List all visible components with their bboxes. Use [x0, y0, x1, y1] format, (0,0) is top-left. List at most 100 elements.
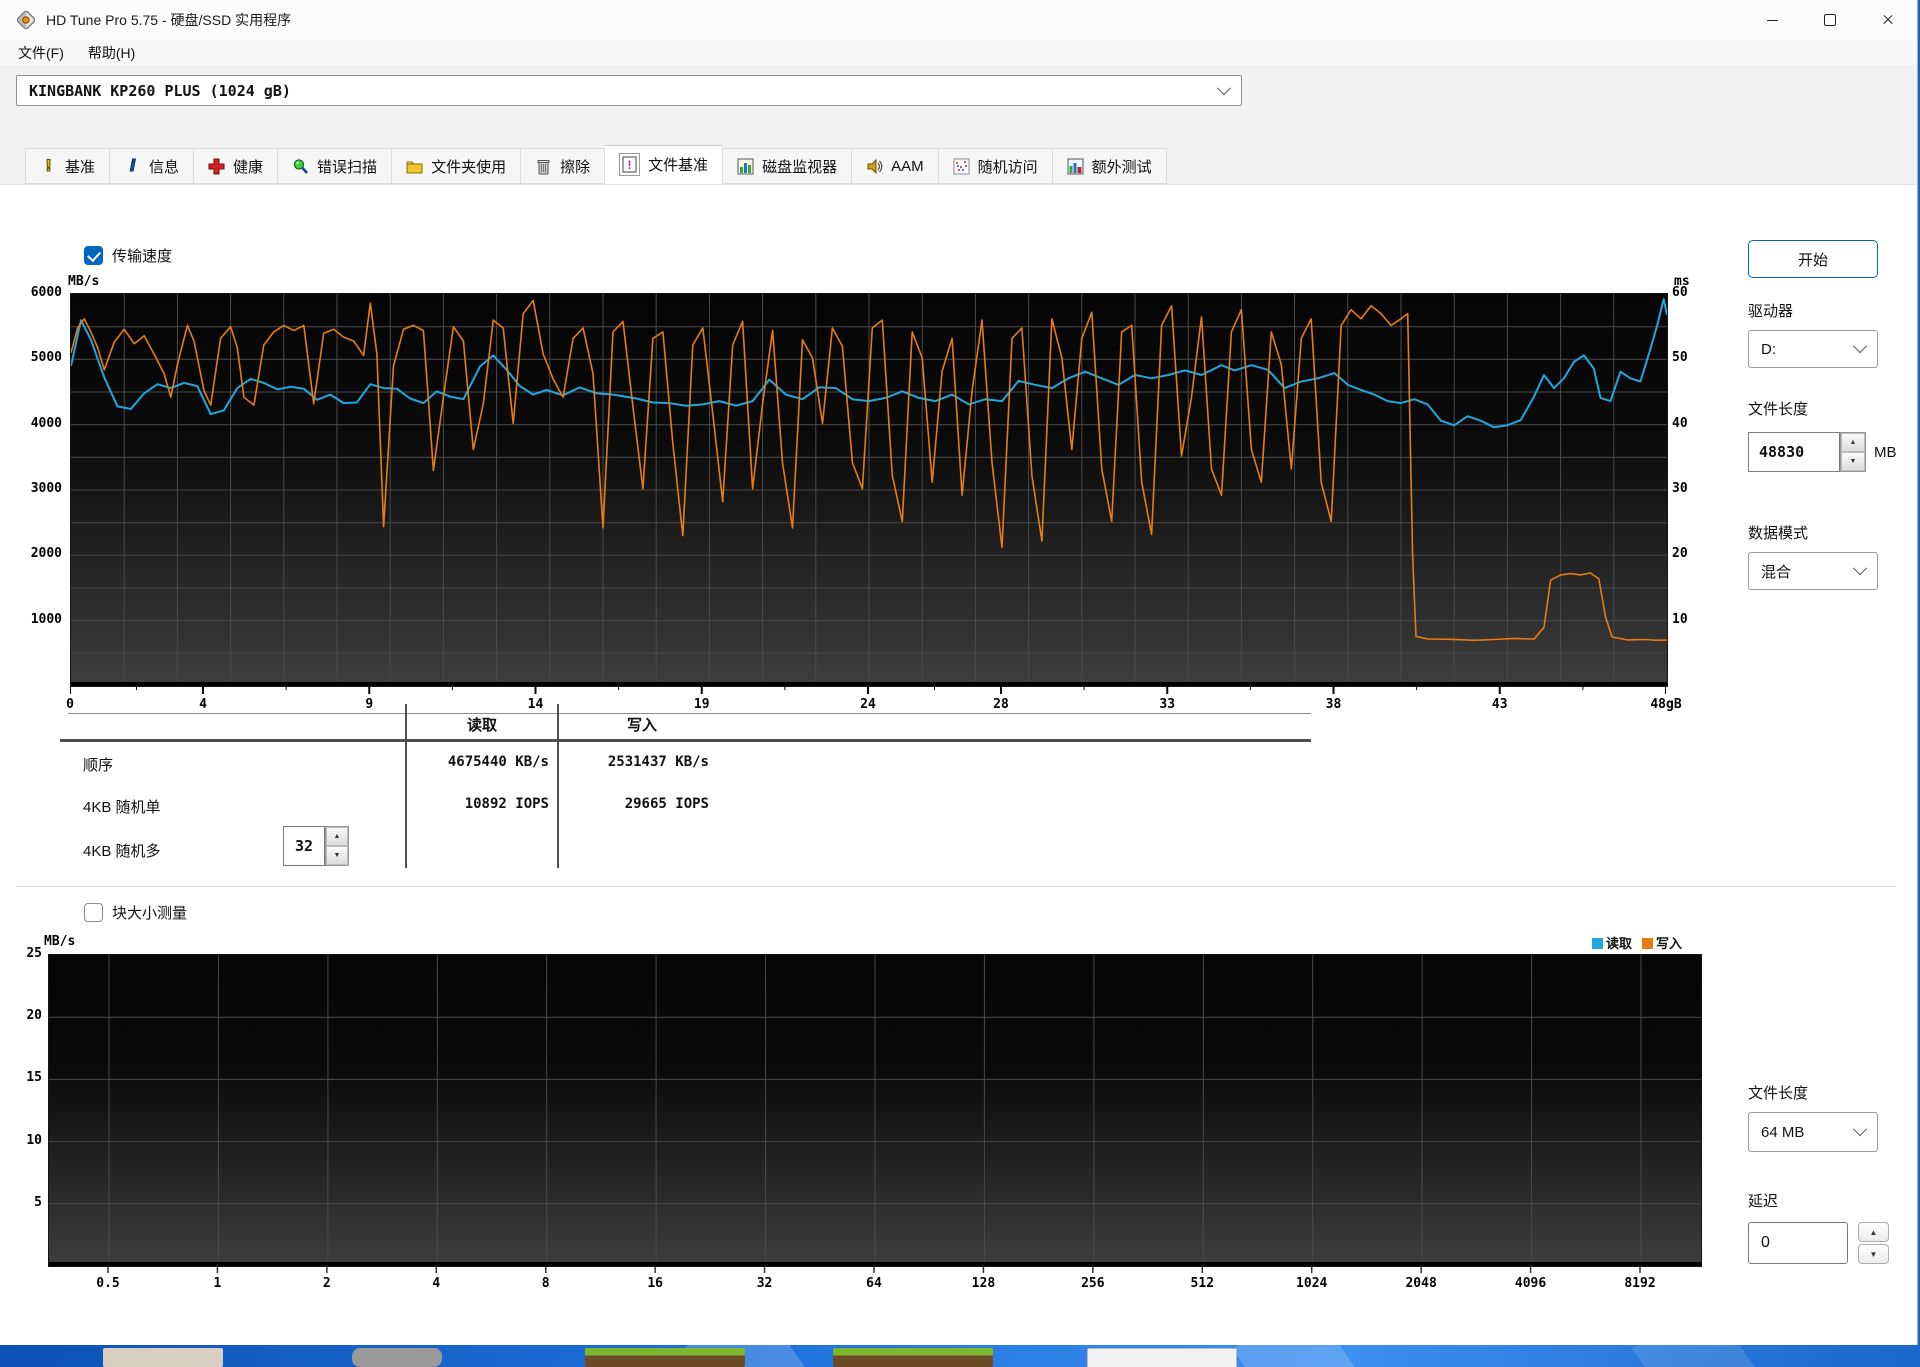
section-divider — [16, 886, 1896, 887]
desktop-strip — [0, 1345, 1920, 1367]
desktop-icon[interactable] — [1087, 1348, 1237, 1367]
tab-health[interactable]: 健康 — [194, 148, 279, 184]
file-length-input[interactable]: 48830 — [1748, 432, 1840, 472]
maximize-icon — [1824, 14, 1836, 26]
transfer-speed-label: 传输速度 — [112, 248, 173, 265]
menu-file[interactable]: 文件(F) — [6, 40, 76, 66]
spin-up-icon[interactable]: ▲ — [1841, 433, 1865, 452]
desktop-icon[interactable] — [352, 1348, 442, 1367]
speaker-icon — [866, 158, 883, 175]
chart1-x-ticks — [70, 686, 1666, 694]
tab-file-benchmark[interactable]: ! 文件基准 — [605, 145, 724, 184]
tab-erase[interactable]: 擦除 — [521, 148, 606, 184]
magnifier-icon — [292, 158, 309, 175]
extra-tests-icon — [1067, 158, 1084, 175]
table-rule-thick — [60, 739, 1311, 742]
transfer-speed-chart — [70, 293, 1668, 687]
folder-icon — [406, 158, 423, 175]
drive-select-value: KINGBANK KP260 PLUS (1024 gB) — [29, 81, 291, 100]
block-size-chart — [48, 954, 1702, 1267]
chart1-y-axis-right: 60 50 40 30 20 10 — [1672, 285, 1688, 627]
tab-disk-monitor[interactable]: 磁盘监视器 — [723, 148, 853, 184]
file-length-spinner[interactable]: ▲ ▼ — [1840, 432, 1866, 472]
chart2-x-ticks — [107, 1266, 1641, 1273]
col-header-read: 读取 — [466, 716, 497, 734]
tab-info[interactable]: i 信息 — [110, 148, 195, 184]
screen: HD Tune Pro 5.75 - 硬盘/SSD 实用程序 文件(F) 帮助(… — [0, 0, 1920, 1367]
health-cross-icon — [208, 158, 225, 175]
file-benchmark-icon: ! — [619, 153, 641, 176]
write-swatch — [1642, 938, 1654, 949]
maximize-button[interactable] — [1801, 0, 1859, 40]
minimize-button[interactable] — [1743, 0, 1801, 40]
minimize-icon — [1766, 19, 1778, 21]
title-bar: HD Tune Pro 5.75 - 硬盘/SSD 实用程序 — [0, 0, 1917, 40]
random-single-write-value: 29665 IOPS — [624, 796, 709, 812]
row-label-sequential: 顺序 — [83, 757, 114, 774]
chart2-legend: 读取 写入 — [1592, 933, 1682, 952]
row-label-4k-multi: 4KB 随机多 — [83, 843, 161, 860]
tab-benchmark[interactable]: ! 基准 — [25, 148, 111, 184]
chevron-down-icon — [1852, 339, 1868, 354]
delay-input[interactable]: 0 — [1748, 1222, 1848, 1264]
chart2-x-axis: 0.5 1 2 4 8 16 32 64 128 256 512 1024 2048 4096 8192 — [96, 1276, 1656, 1291]
exclamation-icon: ! — [44, 156, 53, 175]
desktop-icon[interactable] — [833, 1348, 993, 1367]
file-length-label: 文件长度 — [1748, 401, 1809, 418]
delay-up-button[interactable]: ▲ — [1858, 1222, 1889, 1242]
chevron-down-icon — [1852, 561, 1868, 576]
menu-help[interactable]: 帮助(H) — [76, 40, 147, 66]
chart1-y-unit: MB/s — [68, 274, 100, 289]
data-mode-dropdown[interactable]: 混合 — [1748, 552, 1878, 590]
chart2-y-axis: 25 20 15 10 5 — [26, 946, 42, 1210]
sequential-read-value: 4675440 KB/s — [447, 754, 549, 770]
transfer-speed-checkbox[interactable] — [84, 246, 103, 265]
window-title: HD Tune Pro 5.75 - 硬盘/SSD 实用程序 — [46, 12, 292, 28]
wallpaper-streak — [1232, 1345, 1358, 1367]
menu-bar: 文件(F) 帮助(H) — [0, 40, 1917, 67]
random-single-read-value: 10892 IOPS — [464, 796, 549, 812]
close-icon — [1882, 14, 1894, 26]
block-size-label: 块大小测量 — [112, 905, 188, 922]
tab-random-access[interactable]: 随机访问 — [938, 148, 1053, 184]
chart1-y-axis-left: 6000 5000 4000 3000 2000 1000 — [30, 285, 62, 627]
chart2-y-unit: MB/s — [44, 934, 76, 949]
info-icon: i — [129, 156, 136, 175]
app-window: HD Tune Pro 5.75 - 硬盘/SSD 实用程序 文件(F) 帮助(… — [0, 0, 1918, 1345]
queue-depth-spinner[interactable]: ▲ ▼ — [325, 826, 349, 866]
tab-bar: ! 基准 i 信息 健康 错误扫描 文件夹使用 擦除 ! 文件基准 磁盘监视器 … — [0, 145, 1917, 185]
data-mode-label: 数据模式 — [1748, 525, 1809, 542]
desktop-icon[interactable] — [585, 1348, 745, 1367]
file-length-unit: MB — [1874, 444, 1897, 461]
app-icon — [16, 10, 36, 30]
drive-dropdown[interactable]: D: — [1748, 330, 1878, 368]
spin-up-icon[interactable]: ▲ — [326, 827, 348, 846]
toolbar: KINGBANK KP260 PLUS (1024 gB) ℃ — [0, 67, 1917, 191]
spin-down-icon[interactable]: ▼ — [1841, 452, 1865, 471]
tab-aam[interactable]: AAM — [852, 148, 939, 184]
chevron-down-icon — [1852, 1122, 1868, 1137]
bar-chart-icon — [737, 158, 754, 175]
tab-error-scan[interactable]: 错误扫描 — [278, 148, 393, 184]
start-button[interactable]: 开始 — [1748, 240, 1878, 278]
file-length2-dropdown[interactable]: 64 MB — [1748, 1112, 1878, 1152]
desktop-icon[interactable] — [103, 1348, 223, 1367]
row-label-4k-single: 4KB 随机单 — [83, 799, 161, 816]
drive-select[interactable]: KINGBANK KP260 PLUS (1024 gB) — [16, 75, 1242, 106]
drive-label: 驱动器 — [1748, 303, 1794, 320]
chevron-down-icon — [1216, 80, 1232, 95]
tab-extra-tests[interactable]: 额外测试 — [1052, 148, 1167, 184]
block-size-checkbox[interactable] — [84, 903, 103, 922]
queue-depth-input[interactable]: 32 — [283, 826, 325, 866]
delay-label: 延迟 — [1748, 1193, 1779, 1210]
trash-icon — [535, 158, 552, 175]
col-header-write: 写入 — [626, 716, 657, 734]
delay-down-button[interactable]: ▼ — [1858, 1244, 1889, 1264]
file-length2-label: 文件长度 — [1748, 1085, 1809, 1102]
sequential-write-value: 2531437 KB/s — [607, 754, 709, 770]
spin-down-icon[interactable]: ▼ — [326, 846, 348, 865]
close-button[interactable] — [1859, 0, 1917, 40]
tab-folder-usage[interactable]: 文件夹使用 — [392, 148, 522, 184]
scatter-icon — [953, 158, 970, 175]
read-swatch — [1592, 938, 1603, 949]
